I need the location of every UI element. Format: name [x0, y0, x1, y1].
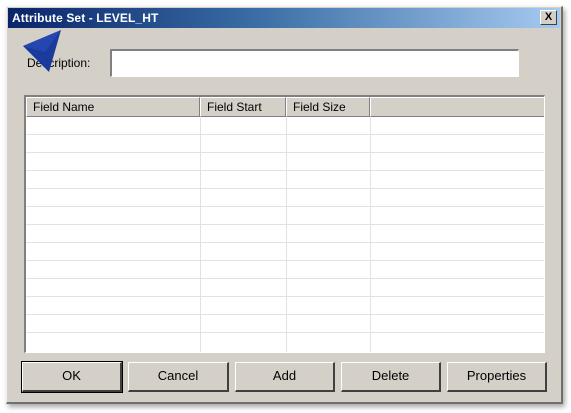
close-button[interactable]: X [540, 10, 557, 25]
properties-button[interactable]: Properties [447, 362, 547, 392]
close-icon: X [544, 11, 553, 23]
cancel-button[interactable]: Cancel [128, 362, 229, 392]
attribute-set-dialog: Attribute Set - LEVEL_HT X Description: … [6, 6, 563, 404]
table-row[interactable] [26, 279, 544, 297]
add-button[interactable]: Add [235, 362, 335, 392]
table-row[interactable] [26, 297, 544, 315]
fields-grid[interactable]: Field Name Field Start Field Size [24, 95, 545, 353]
dialog-title: Attribute Set - LEVEL_HT [12, 11, 159, 25]
table-row[interactable] [26, 135, 544, 153]
table-row[interactable] [26, 207, 544, 225]
table-row[interactable] [26, 117, 544, 135]
column-header-field-start[interactable]: Field Start [200, 97, 286, 117]
column-header-empty [370, 97, 544, 117]
delete-button[interactable]: Delete [341, 362, 441, 392]
grid-rows [26, 117, 544, 333]
pointer-arrow-icon [23, 30, 61, 72]
table-row[interactable] [26, 189, 544, 207]
grid-header: Field Name Field Start Field Size [26, 97, 544, 117]
table-row[interactable] [26, 315, 544, 333]
title-bar[interactable]: Attribute Set - LEVEL_HT X [8, 8, 560, 28]
table-row[interactable] [26, 225, 544, 243]
table-row[interactable] [26, 171, 544, 189]
table-row[interactable] [26, 153, 544, 171]
column-header-field-name[interactable]: Field Name [26, 97, 200, 117]
table-row[interactable] [26, 261, 544, 279]
table-row[interactable] [26, 243, 544, 261]
ok-button[interactable]: OK [21, 361, 123, 393]
description-input[interactable] [110, 49, 519, 77]
column-header-field-size[interactable]: Field Size [286, 97, 370, 117]
